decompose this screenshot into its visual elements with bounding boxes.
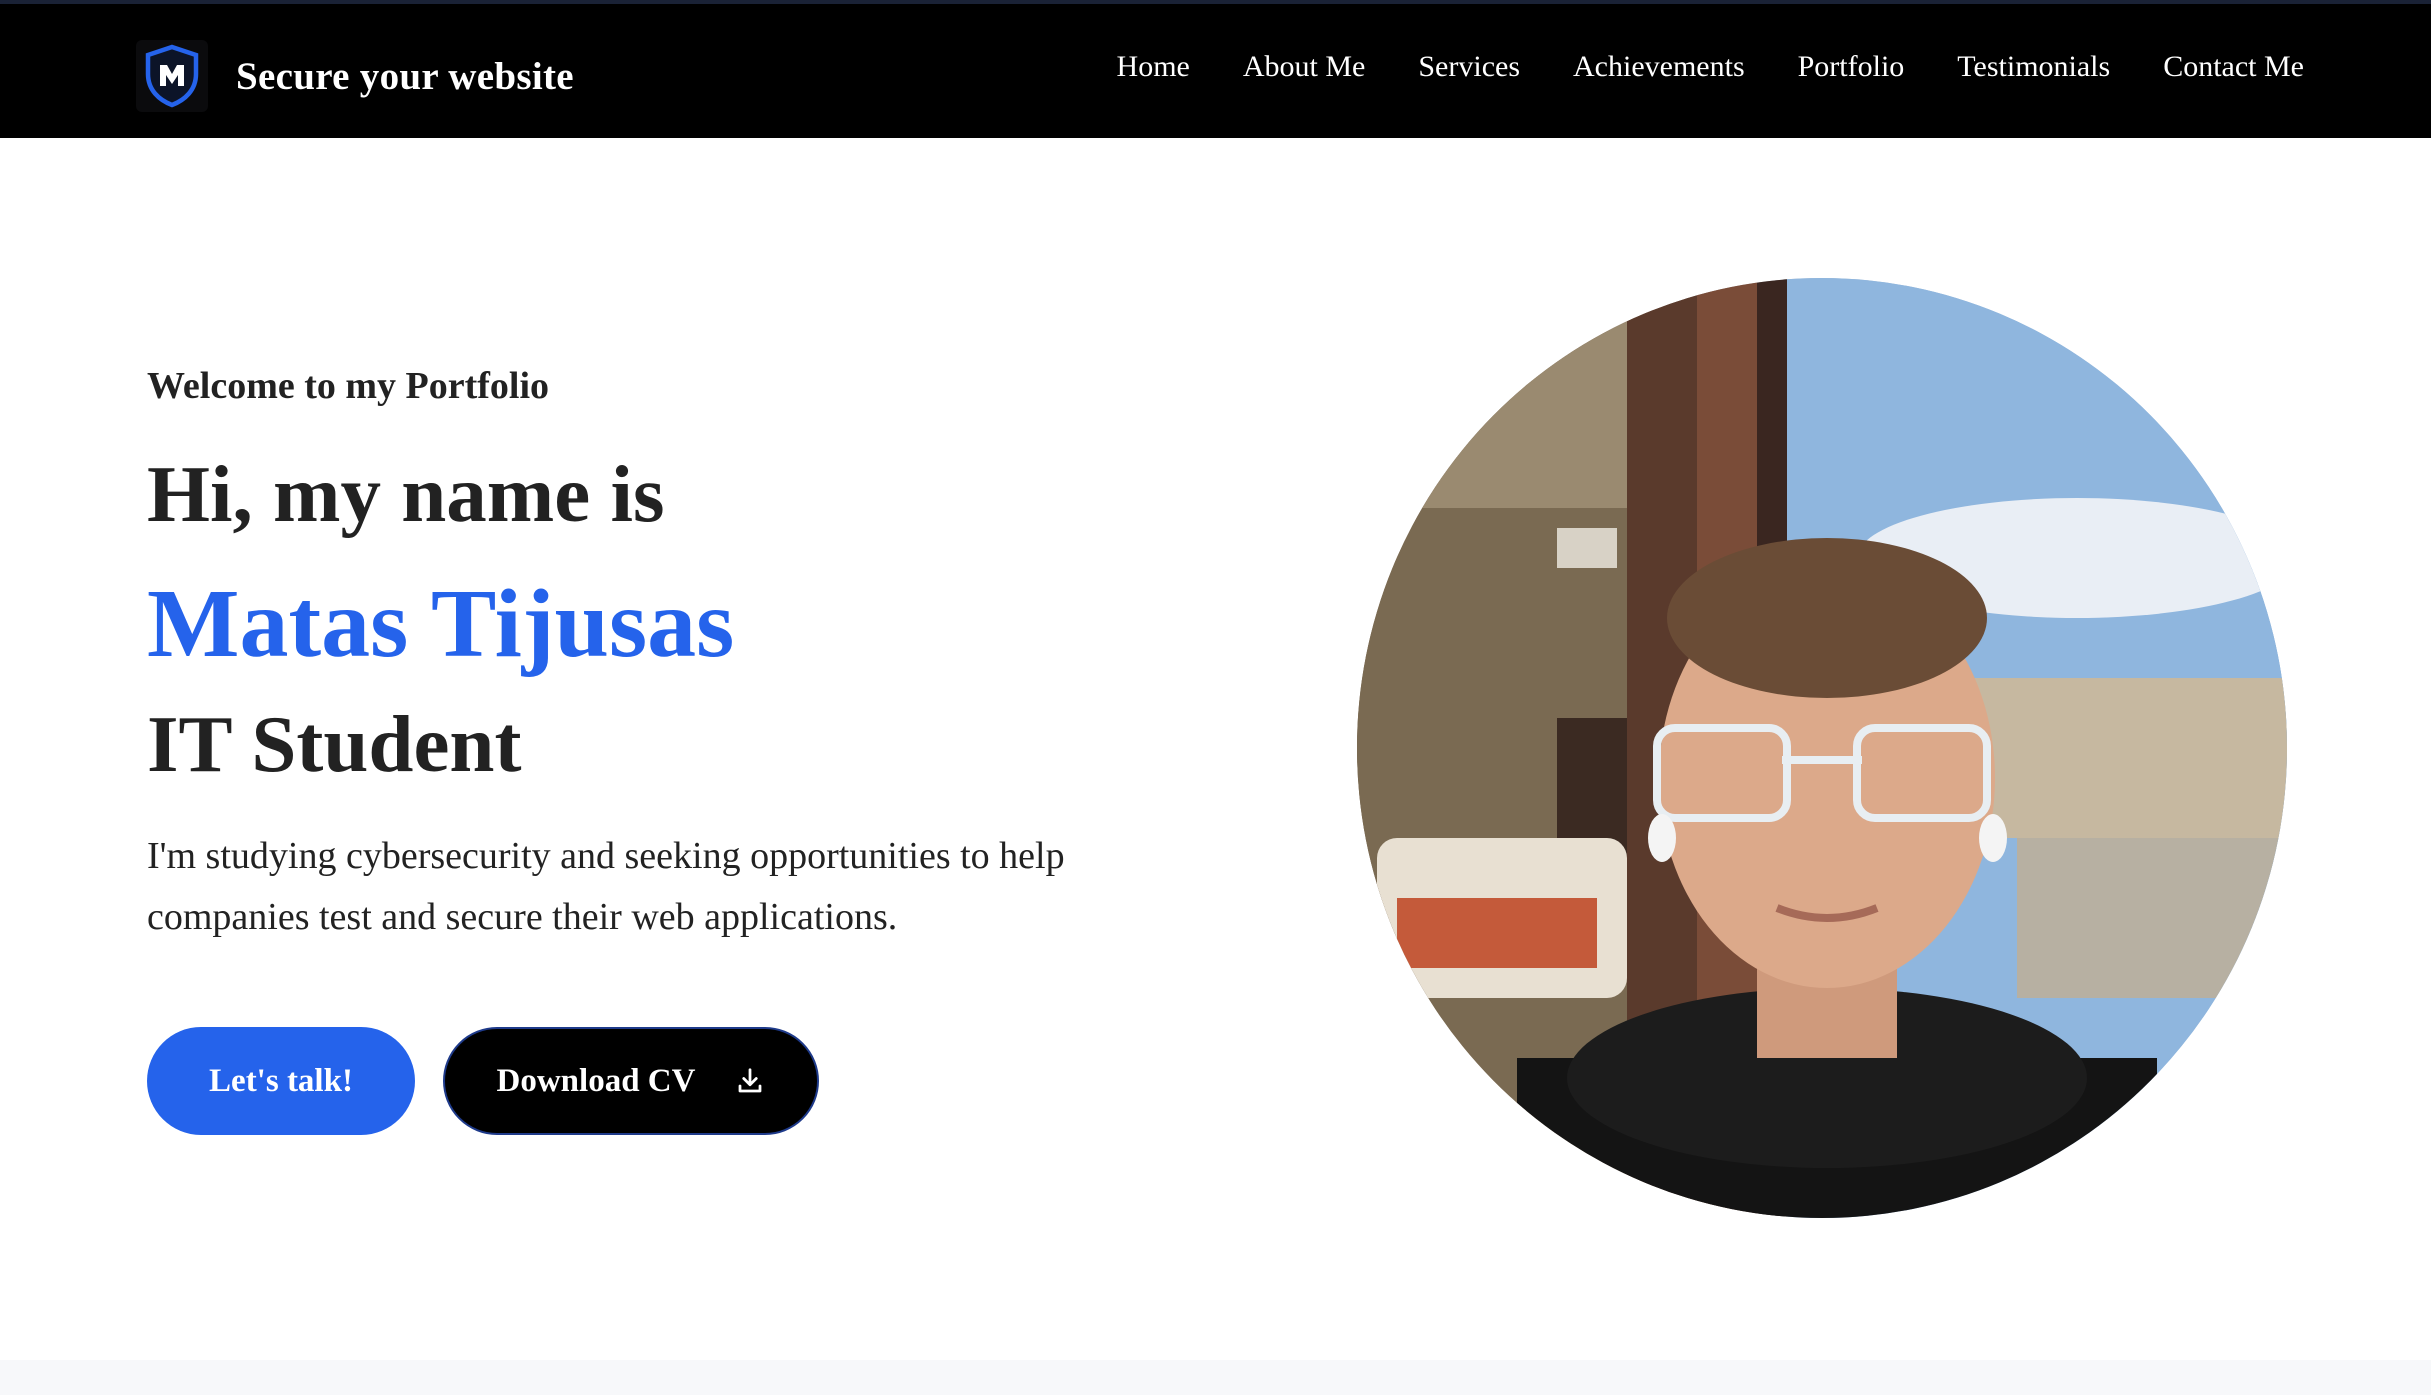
brand-title: Secure your website: [236, 54, 574, 98]
nav-testimonials[interactable]: Testimonials: [1957, 50, 2110, 84]
lets-talk-button[interactable]: Let's talk!: [147, 1027, 415, 1135]
person-role: IT Student: [147, 699, 522, 789]
main-nav: Home About Me Services Achievements Port…: [1117, 50, 2304, 84]
navbar: Secure your website Home About Me Servic…: [0, 4, 2431, 138]
shield-m-logo-icon: [136, 40, 208, 112]
greeting-heading: Hi, my name is: [147, 449, 665, 539]
download-cv-button[interactable]: Download CV: [443, 1027, 819, 1135]
person-name: Matas Tijusas: [147, 570, 735, 678]
download-cv-label: Download CV: [496, 1062, 696, 1099]
hero-description: I'm studying cybersecurity and seeking o…: [147, 835, 1065, 938]
next-section-edge: [0, 1360, 2431, 1395]
nav-home[interactable]: Home: [1117, 50, 1190, 84]
brand[interactable]: Secure your website: [136, 40, 574, 112]
nav-services[interactable]: Services: [1418, 50, 1520, 84]
nav-portfolio[interactable]: Portfolio: [1798, 50, 1905, 84]
profile-photo: [1357, 278, 2287, 1218]
nav-contact-me[interactable]: Contact Me: [2163, 50, 2304, 84]
welcome-heading: Welcome to my Portfolio: [147, 365, 550, 407]
nav-about-me[interactable]: About Me: [1243, 50, 1366, 84]
download-icon: [739, 1068, 762, 1093]
nav-achievements[interactable]: Achievements: [1573, 50, 1745, 84]
